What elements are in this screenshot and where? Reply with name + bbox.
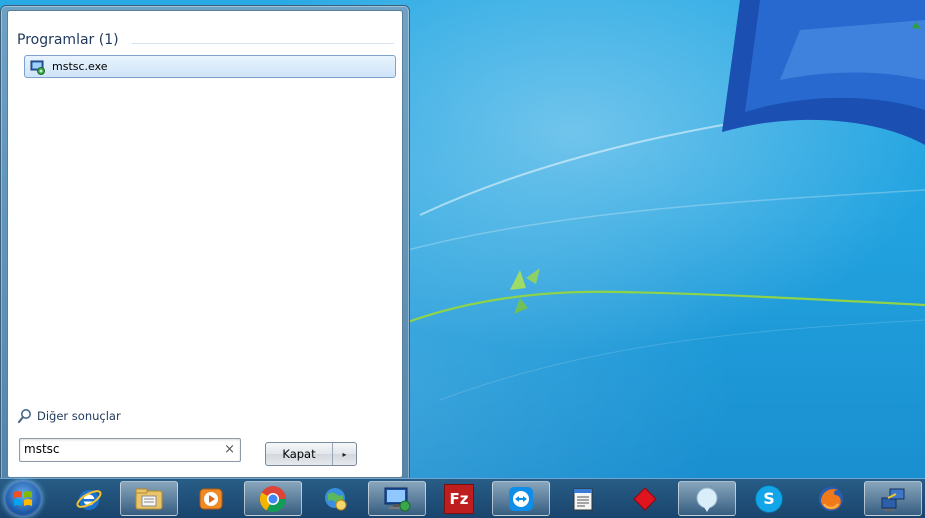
notepad-icon xyxy=(573,488,593,510)
firefox-icon xyxy=(819,486,843,511)
search-result-label: mstsc.exe xyxy=(52,60,108,73)
teamviewer-icon xyxy=(509,486,533,511)
start-menu: Programlar (1) mstsc.exe Diğer sonuçlar … xyxy=(0,5,410,480)
skype-icon-text: S xyxy=(763,489,775,508)
network-connection-icon xyxy=(881,488,905,511)
taskbar-teamviewer[interactable] xyxy=(492,481,550,516)
taskbar-filezilla[interactable]: Fz xyxy=(430,481,488,516)
remote-desktop-icon xyxy=(384,487,411,511)
start-search-input[interactable] xyxy=(24,441,214,457)
chrome-icon xyxy=(259,485,287,512)
more-results-label: Diğer sonuçlar xyxy=(37,409,121,423)
windows-logo-icon xyxy=(14,490,32,506)
file-explorer-icon xyxy=(135,488,163,509)
taskbar-skype[interactable]: S xyxy=(740,481,798,516)
filezilla-icon-text: Fz xyxy=(449,489,469,508)
shutdown-options-arrow-icon[interactable]: ▸ xyxy=(333,443,356,465)
taskbar-network-globe[interactable] xyxy=(306,481,364,516)
start-menu-results-pane: Programlar (1) mstsc.exe Diğer sonuçlar xyxy=(7,10,403,478)
taskbar-internet-explorer[interactable] xyxy=(60,481,118,516)
taskbar: Fz S xyxy=(0,478,925,518)
shutdown-button-group: Kapat ▸ xyxy=(265,442,357,466)
programs-group-title: Programlar (1) xyxy=(17,32,119,48)
start-orb-button[interactable] xyxy=(4,480,42,517)
taskbar-notepad[interactable] xyxy=(554,481,612,516)
start-search-box[interactable]: × xyxy=(19,438,241,462)
group-divider xyxy=(132,43,394,44)
magnifier-icon xyxy=(17,408,33,424)
taskbar-media-player[interactable] xyxy=(182,481,240,516)
taskbar-file-explorer[interactable] xyxy=(120,481,178,516)
taskbar-chat-app[interactable] xyxy=(678,481,736,516)
filezilla-icon: Fz xyxy=(444,483,474,514)
network-globe-icon xyxy=(325,487,347,510)
internet-explorer-icon xyxy=(76,489,102,510)
red-diamond-icon xyxy=(633,486,657,511)
taskbar-red-diamond-app[interactable] xyxy=(616,481,674,516)
remote-desktop-icon xyxy=(30,59,46,75)
skype-icon: S xyxy=(755,484,783,513)
more-results-link[interactable]: Diğer sonuçlar xyxy=(17,408,121,424)
chat-bubble-icon xyxy=(696,487,718,512)
shutdown-button[interactable]: Kapat xyxy=(266,443,333,465)
taskbar-network-connection[interactable] xyxy=(864,481,922,516)
taskbar-remote-desktop[interactable] xyxy=(368,481,426,516)
taskbar-chrome[interactable] xyxy=(244,481,302,516)
clear-search-icon[interactable]: × xyxy=(224,442,235,458)
media-player-icon xyxy=(199,488,223,509)
taskbar-firefox[interactable] xyxy=(802,481,860,516)
search-result-mstsc[interactable]: mstsc.exe xyxy=(24,55,396,78)
